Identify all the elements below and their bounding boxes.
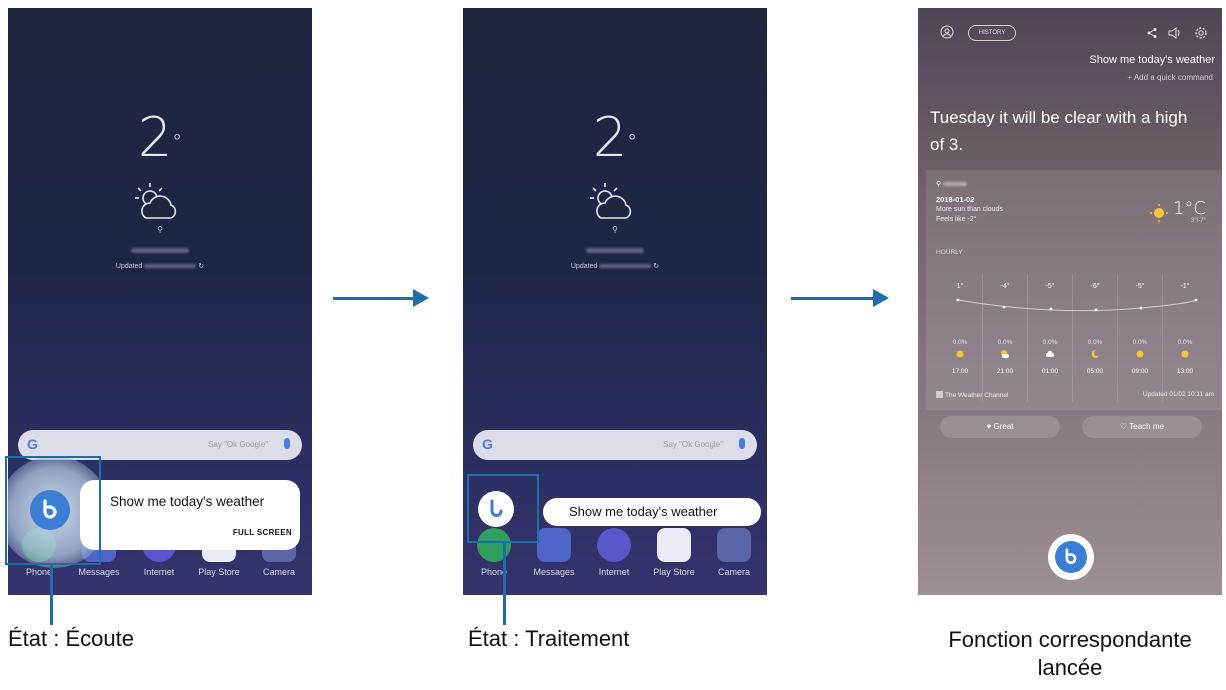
hourly-item: -5° 0.0% 01:00 [1041, 283, 1059, 375]
forecast-date: 2018-01-02 [936, 195, 975, 204]
sun-icon [956, 350, 964, 358]
weather-updated-time: Updated 01/02 10:11 am [1142, 391, 1214, 398]
utterance-bubble[interactable]: Show me today's weather [543, 498, 761, 526]
updated-line: Updated ↻ [570, 263, 660, 270]
sun-icon [1150, 204, 1168, 222]
flow-arrow-1 [333, 289, 429, 307]
google-logo: G [482, 436, 493, 452]
query-text: Show me today's weather [1089, 54, 1215, 66]
utterance-text: Show me today's weather [569, 504, 718, 519]
hourly-item: -6° 0.0% 05:00 [1086, 283, 1104, 375]
current-temperature: 1°C [1172, 198, 1206, 219]
high-low-temperature: 3°/-7° [1190, 218, 1206, 224]
highlight-box-listening [5, 456, 101, 565]
hourly-temperature-curve [956, 298, 1198, 312]
callout-line-listening [50, 565, 53, 625]
callout-line-processing [503, 543, 506, 625]
app-internet[interactable]: Internet [585, 528, 643, 577]
moon-cloud-icon [1001, 350, 1009, 358]
mic-icon[interactable] [739, 438, 745, 449]
feels-like: Feels like -2° [936, 216, 977, 223]
heart-outline-icon: ♡ [1120, 422, 1128, 431]
app-camera[interactable]: Camera [705, 528, 763, 577]
weather-channel-logo-icon [936, 391, 943, 398]
weather-card[interactable]: ⚲ 2018-01-02 More sun than clouds Feels … [926, 170, 1222, 410]
search-placeholder: Say "Ok Google" [663, 440, 723, 449]
weather-source[interactable]: The Weather Channel [936, 391, 1008, 399]
highlight-box-processing [467, 474, 539, 543]
app-play-store[interactable]: Play Store [645, 528, 703, 577]
updated-line: Updated ↻ [115, 263, 205, 270]
refresh-icon[interactable]: ↻ [653, 263, 659, 270]
great-button[interactable]: ♥ Great [940, 416, 1060, 438]
location-name-blurred [463, 240, 767, 258]
partly-cloudy-icon [135, 183, 177, 219]
utterance-text: Show me today's weather [110, 494, 265, 509]
bixby-top-bar: HISTORY [918, 8, 1222, 58]
hourly-item: -1° 0.0% 13:00 [1176, 283, 1194, 375]
forecast-description: More sun than clouds [936, 206, 1003, 213]
partly-cloudy-icon [590, 183, 632, 219]
bixby-answer: Tuesday it will be clear with a high of … [930, 108, 1188, 154]
profile-icon[interactable] [940, 25, 954, 39]
full-screen-button[interactable]: FULL SCREEN [233, 528, 292, 537]
google-search-bar[interactable]: G Say "Ok Google" [473, 430, 757, 460]
location-pin-icon: ⚲ [612, 225, 618, 234]
bixby-logo-icon [1065, 548, 1077, 565]
location-pin-icon: ⚲ [157, 225, 163, 234]
settings-gear-icon[interactable] [1194, 26, 1208, 40]
screen-function-launched: HISTORY Show me today's weather + Add a … [918, 8, 1222, 595]
add-quick-command-link[interactable]: + Add a quick command [1127, 73, 1213, 82]
sun-icon [1136, 350, 1144, 358]
temperature-display: 2° [592, 106, 638, 169]
utterance-bubble[interactable]: Show me today's weather FULL SCREEN [80, 480, 300, 550]
history-button[interactable]: HISTORY [968, 25, 1016, 41]
caption-launched-line2: lancée [1037, 655, 1103, 680]
sun-icon [1181, 350, 1189, 358]
location-pin-icon: ⚲ [936, 180, 968, 188]
refresh-icon[interactable]: ↻ [198, 263, 204, 270]
hourly-item: -4° 0.0% 21:00 [996, 283, 1014, 375]
caption-processing: État : Traitement [468, 626, 630, 651]
search-placeholder: Say "Ok Google" [208, 440, 268, 449]
moon-icon [1091, 349, 1099, 358]
heart-icon: ♥ [986, 422, 992, 431]
google-logo: G [27, 436, 38, 452]
hourly-item: -5° 0.0% 09:00 [1131, 283, 1149, 375]
share-icon[interactable] [1146, 27, 1158, 39]
flow-arrow-2 [791, 289, 889, 307]
teach-me-button[interactable]: ♡ Teach me [1082, 416, 1202, 438]
caption-launched-line1: Fonction correspondante [948, 627, 1192, 652]
hourly-label: HOURLY [936, 249, 963, 256]
temperature-display: 2° [137, 106, 183, 169]
caption-listening: État : Écoute [8, 626, 134, 651]
cloud-icon [1046, 350, 1054, 357]
bixby-button[interactable] [1048, 534, 1094, 580]
mic-icon[interactable] [284, 438, 290, 449]
caption-launched: Fonction correspondante lancée [914, 626, 1226, 682]
speaker-icon[interactable] [1168, 27, 1182, 39]
location-name-blurred [8, 240, 312, 258]
hourly-item: 1° 0.0% 17:00 [951, 283, 969, 375]
